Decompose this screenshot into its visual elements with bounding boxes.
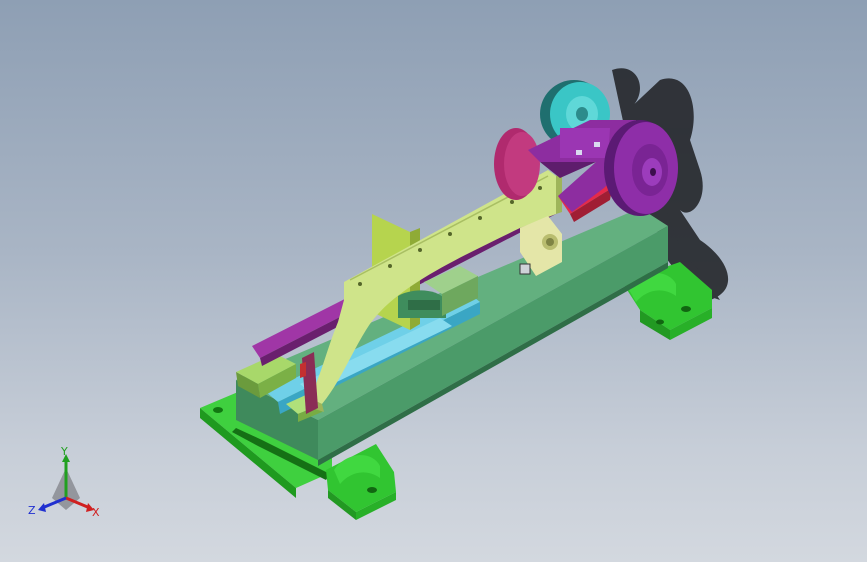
purple-pulley[interactable] [604, 120, 678, 216]
x-axis-label: X [92, 506, 100, 519]
z-axis-label: Z [28, 504, 36, 517]
y-axis-label: Y [60, 446, 68, 458]
cad-viewport[interactable]: Y X Z [0, 0, 867, 562]
assembly-model[interactable] [0, 0, 867, 562]
z-axis-arrow [38, 503, 46, 512]
orientation-triad[interactable]: Y X Z [24, 446, 108, 526]
